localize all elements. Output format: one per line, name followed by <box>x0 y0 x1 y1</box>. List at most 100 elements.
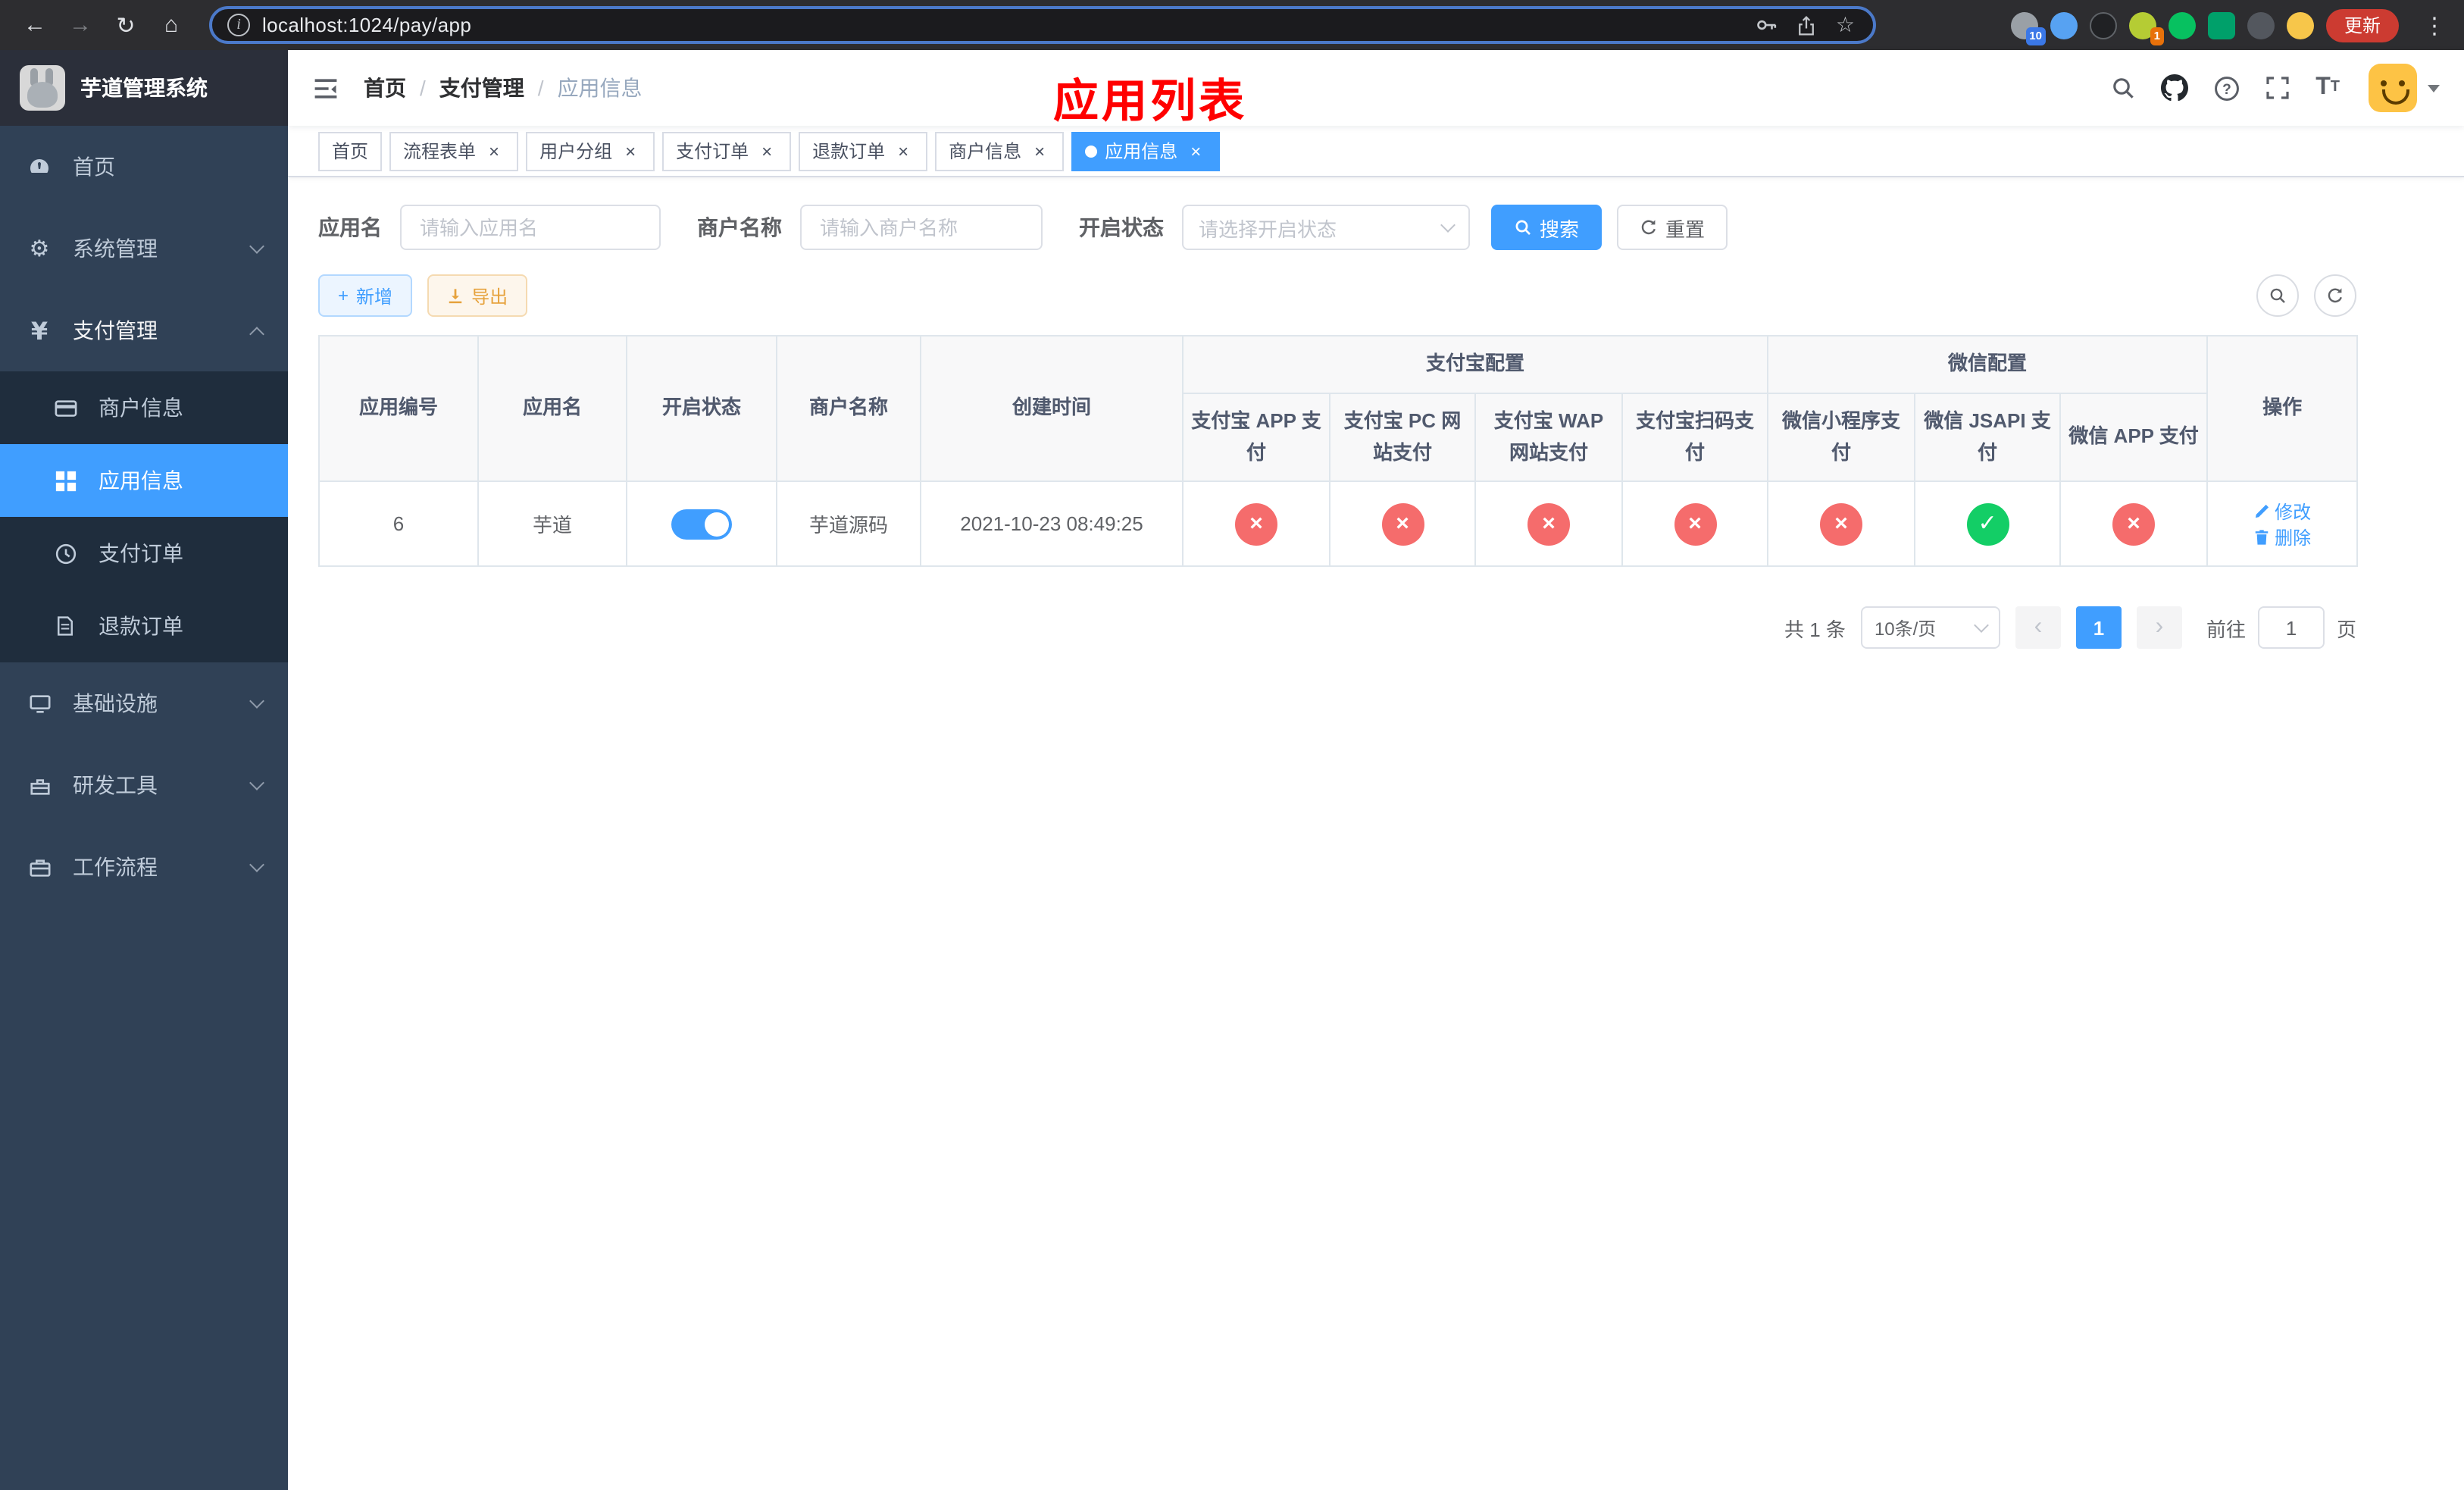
add-button[interactable]: + 新增 <box>318 274 413 317</box>
reset-button[interactable]: 重置 <box>1617 205 1728 250</box>
cell-alipay-app: × <box>1182 480 1330 567</box>
chevron-down-icon <box>1440 217 1456 232</box>
close-icon[interactable]: × <box>483 140 505 161</box>
browser-menu-button[interactable]: ⋮ <box>2411 11 2449 39</box>
breadcrumb-payment[interactable]: 支付管理 <box>439 73 524 103</box>
home-button[interactable]: ⌂ <box>152 5 191 45</box>
extension-icon-gray[interactable] <box>2247 11 2275 39</box>
svg-text:?: ? <box>2222 81 2231 97</box>
next-page-button[interactable]: › <box>2136 606 2182 649</box>
export-button[interactable]: 导出 <box>427 274 528 317</box>
tab-payment-order[interactable]: 支付订单 × <box>662 131 792 171</box>
fullscreen-icon[interactable] <box>2265 76 2290 100</box>
user-menu[interactable] <box>2369 64 2440 112</box>
extension-icon-dark[interactable] <box>2089 11 2117 39</box>
close-icon[interactable]: × <box>620 140 641 161</box>
table-toolbar: + 新增 导出 <box>318 274 2356 317</box>
close-icon[interactable]: × <box>756 140 777 161</box>
browser-update-button[interactable]: 更新 <box>2325 8 2399 42</box>
site-info-icon[interactable]: i <box>227 14 250 36</box>
reload-button[interactable]: ↻ <box>106 5 145 45</box>
goto-page-input[interactable] <box>2257 606 2325 649</box>
sidebar-item-system[interactable]: ⚙ 系统管理 <box>0 208 288 290</box>
sidebar-subitem-refund-order[interactable]: 退款订单 <box>0 590 288 662</box>
tab-app-info[interactable]: 应用信息 × <box>1071 131 1221 171</box>
app-name-input[interactable] <box>400 205 661 250</box>
prev-page-button[interactable]: ‹ <box>2015 606 2061 649</box>
search-button-label: 搜索 <box>1540 218 1580 240</box>
sidebar-item-workflow[interactable]: 工作流程 <box>0 826 288 908</box>
forward-button[interactable]: → <box>61 5 100 45</box>
toggle-search-button[interactable] <box>2256 274 2299 317</box>
close-icon[interactable]: × <box>893 140 914 161</box>
password-key-icon[interactable] <box>1756 14 1778 36</box>
sidebar-item-payment[interactable]: ¥ 支付管理 <box>0 290 288 371</box>
table-row: 6 芋道 芋道源码 2021-10-23 08:49:25 × × × × × … <box>318 480 2359 567</box>
sidebar-subitem-merchant-info[interactable]: 商户信息 <box>0 371 288 444</box>
cell-status <box>626 480 777 567</box>
status-toggle[interactable] <box>671 509 732 539</box>
tab-merchant-info[interactable]: 商户信息 × <box>935 131 1065 171</box>
navbar-actions: ? TT <box>2111 64 2440 112</box>
share-icon[interactable] <box>1796 14 1818 36</box>
chevron-down-icon <box>249 238 264 253</box>
tab-flow-form[interactable]: 流程表单 × <box>389 131 519 171</box>
extension-icon-wechat[interactable] <box>2168 11 2196 39</box>
merchant-name-label: 商户名称 <box>697 215 782 239</box>
avatar[interactable] <box>2369 64 2417 112</box>
app-name-label: 应用名 <box>318 215 382 239</box>
search-button[interactable]: 搜索 <box>1491 205 1603 250</box>
font-size-icon[interactable]: TT <box>2315 75 2340 100</box>
puzzle-extension-icon[interactable]: 10 <box>2010 11 2046 45</box>
dashboard-icon <box>26 155 53 179</box>
modify-link[interactable]: 修改 <box>2253 498 2311 524</box>
search-icon[interactable] <box>2111 76 2135 100</box>
delete-link[interactable]: 删除 <box>2253 524 2311 549</box>
status-select[interactable]: 请选择开启状态 <box>1182 205 1470 250</box>
col-header-alipay-qr: 支付宝扫码支付 <box>1621 393 1769 482</box>
back-button[interactable]: ← <box>15 5 55 45</box>
page-number-1[interactable]: 1 <box>2075 606 2122 649</box>
sidebar-item-devtools[interactable]: 研发工具 <box>0 744 288 826</box>
close-icon[interactable]: × <box>1185 140 1206 161</box>
tab-refund-order[interactable]: 退款订单 × <box>799 131 928 171</box>
bookmark-star-icon[interactable]: ☆ <box>1836 12 1855 38</box>
col-header-status: 开启状态 <box>626 335 777 482</box>
url-bar[interactable]: i localhost:1024/pay/app ☆ <box>209 6 1876 44</box>
close-icon[interactable]: × <box>1029 140 1050 161</box>
chevron-down-icon <box>1974 617 1989 632</box>
github-icon[interactable] <box>2161 74 2189 102</box>
merchant-name-input[interactable] <box>800 205 1043 250</box>
tab-user-group[interactable]: 用户分组 × <box>526 131 655 171</box>
app-title: 芋道管理系统 <box>80 76 208 100</box>
hamburger-icon[interactable] <box>312 75 339 101</box>
breadcrumb-home[interactable]: 首页 <box>364 73 406 103</box>
chevron-down-icon <box>249 856 264 872</box>
cell-wx-jsapi: ✓ <box>1914 480 2062 567</box>
tab-label: 流程表单 <box>403 141 477 162</box>
extension-icon-emoji[interactable] <box>2286 11 2314 39</box>
col-header-create-time: 创建时间 <box>920 335 1184 482</box>
url-text[interactable]: localhost:1024/pay/app <box>262 14 1743 36</box>
sidebar-item-infrastructure[interactable]: 基础设施 <box>0 662 288 744</box>
cell-ops: 修改 删除 <box>2206 480 2359 567</box>
cell-app-name: 芋道 <box>477 480 627 567</box>
sidebar-item-home[interactable]: 首页 <box>0 126 288 208</box>
tab-home[interactable]: 首页 <box>318 131 383 171</box>
sidebar-subitem-payment-order[interactable]: 支付订单 <box>0 517 288 590</box>
cell-app-id: 6 <box>318 480 479 567</box>
breadcrumb: 首页 / 支付管理 / 应用信息 <box>364 73 643 103</box>
gear-icon: ⚙ <box>29 236 50 262</box>
extension-icon-blue[interactable] <box>2050 11 2078 39</box>
browser-chrome: ← → ↻ ⌂ i localhost:1024/pay/app ☆ 10 1 … <box>0 0 2464 50</box>
refresh-button[interactable] <box>2314 274 2356 317</box>
help-icon[interactable]: ? <box>2214 75 2240 101</box>
page-size-select[interactable]: 10条/页 <box>1860 606 2000 649</box>
profile-extension-icon[interactable]: 1 <box>2128 11 2164 45</box>
sidebar-item-label: 基础设施 <box>73 691 158 715</box>
chevron-up-icon <box>249 326 264 341</box>
extension-icon-green-square[interactable] <box>2207 11 2235 39</box>
extension-badge: 10 <box>2025 27 2046 45</box>
cell-merchant: 芋道源码 <box>776 480 921 567</box>
sidebar-subitem-app-info[interactable]: 应用信息 <box>0 444 288 517</box>
